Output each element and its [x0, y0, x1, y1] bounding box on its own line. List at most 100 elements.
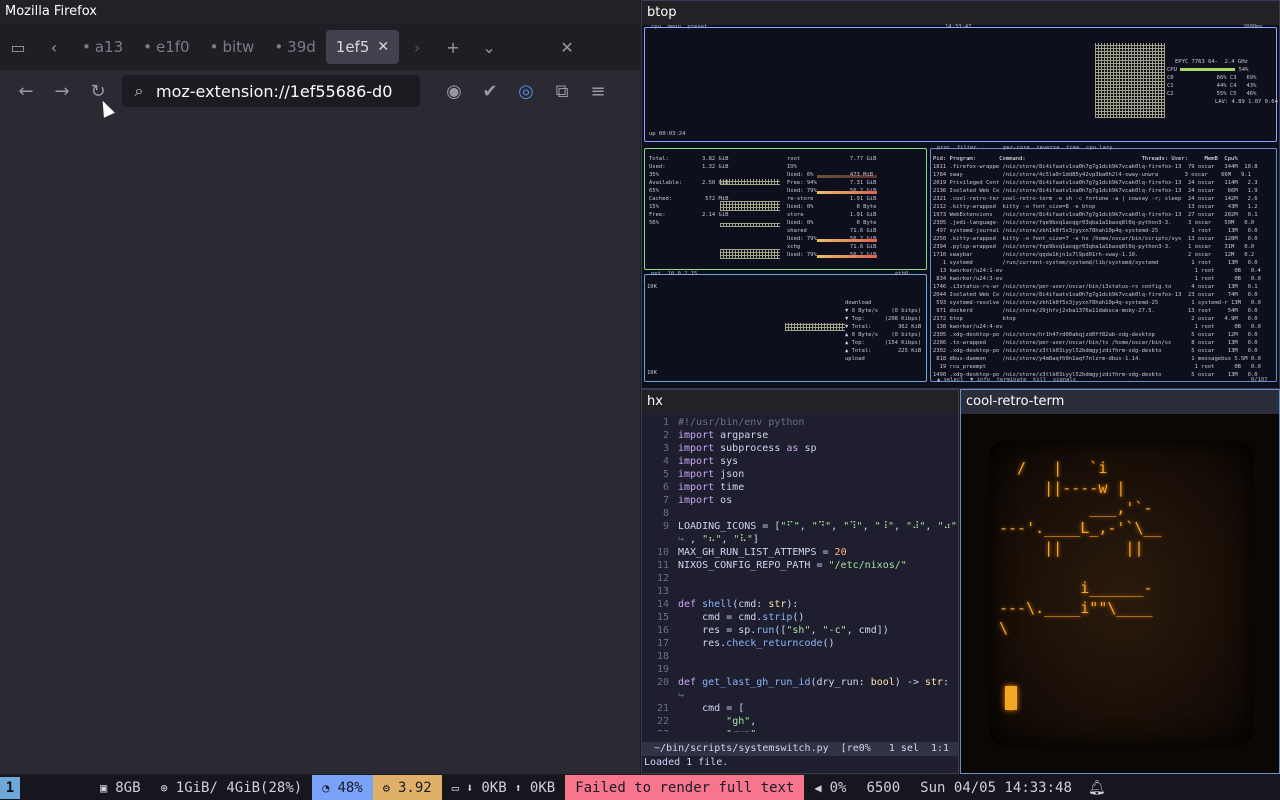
code-line[interactable]: 15 cmd = cmd.strip() — [642, 611, 958, 624]
process-row-line: 1973 WebExtensions /nix/store/8i4ifaatv1… — [933, 212, 1258, 218]
net-line: ▲ Top: (154 Kibps) — [845, 340, 922, 346]
process-row-line: 130 kworker/u24:4-ev 1 root 0B 0.0 — [933, 324, 1261, 330]
used-graph — [720, 179, 780, 185]
code-line[interactable]: 9 LOADING_ICONS = ["⠋", "⠙", "⠹", "⠸", "⠼… — [642, 520, 958, 533]
disk-indicator: ▣ 8GB — [100, 779, 141, 796]
line-number: 16 — [656, 625, 669, 636]
code-line[interactable]: 1 #!/usr/bin/env python — [642, 416, 958, 429]
close-tab-icon[interactable]: ✕ — [377, 39, 389, 55]
load-average: LAV: 4.89 1.07 0.64 — [1215, 99, 1278, 105]
network-indicator: ▭ ⬇ 0KB ⬆ 0KB — [451, 779, 556, 796]
tab-label: e1f0 — [156, 38, 190, 56]
url-text[interactable]: moz-extension://1ef55686-d0 — [156, 82, 392, 101]
core-row: C2 55% C5 46% — [1167, 91, 1257, 97]
code-line[interactable]: 5 import json — [642, 468, 958, 481]
code-line[interactable]: 14 def shell(cmd: str): — [642, 598, 958, 611]
process-row-line: 2112 .kitty-wrapped kitty -o font_size=8… — [933, 204, 1258, 210]
clock: Sun 04/05 14:33:48 — [920, 779, 1072, 796]
crt-screen[interactable]: / | `i ||----w | ___,'`- ---'.____L_,-'`… — [989, 440, 1253, 747]
forward-arrow-icon[interactable]: → — [44, 73, 80, 109]
disk-line: IO% — [787, 164, 797, 170]
btop-window: btop cpu menu preset 14:33:47 2000ms EPY… — [641, 0, 1280, 389]
code-line[interactable]: 7 import os — [642, 494, 958, 507]
process-row-line: 2044 Isolated Web Co /nix/store/8i4ifaat… — [933, 292, 1258, 298]
line-number: 14 — [656, 599, 669, 610]
code-line[interactable]: 17 res.check_returncode() — [642, 637, 958, 650]
bell-icon[interactable]: 🔔︎ — [1082, 775, 1112, 800]
mem-line: 65% — [649, 188, 659, 194]
code-area[interactable]: 1 #!/usr/bin/env python 2 import argparse 3 i… — [642, 416, 958, 732]
code-line[interactable]: ↪ — [642, 689, 958, 702]
tab-bitw[interactable]: • bitw — [200, 30, 265, 64]
workspace-button[interactable]: 1 — [0, 776, 20, 799]
tab-1ef5-active[interactable]: 1ef5 ✕ — [325, 30, 400, 64]
code-line[interactable]: 3 import subprocess as sp — [642, 442, 958, 455]
disk-line: store 1.91 GiB — [787, 212, 877, 218]
back-arrow-icon[interactable]: ← — [8, 73, 44, 109]
firefox-window-title: Mozilla Firefox — [0, 0, 640, 24]
code-text: "run", — [678, 728, 762, 732]
volume-indicator[interactable]: ◀ 0% — [804, 775, 856, 800]
code-line[interactable]: 10 MAX_GH_RUN_LIST_ATTEMPS = 20 — [642, 546, 958, 559]
cowsay-art: / | `i ||----w | ___,'`- ---'.____L_,-'`… — [999, 459, 1162, 637]
line-number: 15 — [656, 612, 669, 623]
new-tab-plus-icon[interactable]: + — [435, 29, 471, 65]
mem-line: Used: 1.32 GiB — [649, 164, 729, 170]
error-indicator: Failed to render full text — [565, 775, 805, 800]
hamburger-menu-icon[interactable]: ≡ — [580, 73, 616, 109]
code-line[interactable]: 2 import argparse — [642, 429, 958, 442]
code-line[interactable]: 19 — [642, 663, 958, 676]
code-line[interactable]: 11 NIXOS_CONFIG_REPO_PATH = "/etc/nixos/" — [642, 559, 958, 572]
extensions-puzzle-icon[interactable]: ⧉ — [544, 73, 580, 109]
mem-line: Total: 3.82 GiB — [649, 156, 729, 162]
disk-bar — [817, 239, 877, 242]
code-line[interactable]: ↪ , "⠦", "⠧"] — [642, 533, 958, 546]
line-number — [642, 689, 678, 702]
code-line[interactable]: 6 import time — [642, 481, 958, 494]
scroll-tabs-left-icon[interactable]: ‹ — [36, 29, 72, 65]
code-text: res.check_returncode() — [678, 638, 835, 649]
process-row-line: 818 dbus-daemon /nix/store/y4m8aqfh0n1aq… — [933, 356, 1261, 362]
code-text: "gh", — [726, 716, 757, 727]
code-text: import time — [678, 482, 745, 493]
tab-label: a13 — [94, 38, 124, 56]
disk-icon: ▣ — [100, 780, 108, 795]
code-line[interactable]: 16 res = sp.run(["sh", "-c", cmd]) — [642, 624, 958, 637]
page-content[interactable] — [0, 112, 640, 774]
tab-label: 39d — [287, 38, 316, 56]
account-icon[interactable]: ◉ — [436, 73, 472, 109]
line-number: 3 — [662, 443, 669, 454]
code-line[interactable]: 13 — [642, 585, 958, 598]
code-line[interactable]: 22 "gh", — [642, 715, 958, 728]
list-tabs-chevron-icon[interactable]: ⌄ — [471, 29, 507, 65]
cpu-model: EPYC 7763 64- 2.4 GHz — [1175, 59, 1248, 65]
code-line[interactable]: 20 def get_last_gh_run_id(dry_run: bool) … — [642, 676, 958, 689]
code-line[interactable]: 23 "run", — [642, 728, 958, 732]
close-window-icon[interactable]: ✕ — [549, 29, 585, 65]
code-line[interactable]: 8 — [642, 507, 958, 520]
code-text: NIXOS_CONFIG_REPO_PATH = "/etc/nixos/" — [678, 560, 907, 571]
code-line[interactable]: 4 import sys — [642, 455, 958, 468]
disk-line: Free: 94% 7.31 GiB — [787, 180, 877, 186]
tab-e1f0[interactable]: • e1f0 — [133, 30, 199, 64]
mem-line: Free: 2.14 GiB — [649, 212, 729, 218]
code-line[interactable]: 18 — [642, 650, 958, 663]
tab-39d[interactable]: • 39d — [264, 30, 325, 64]
process-list[interactable]: 1811 .firefox-wrappe /nix/store/8i4ifaat… — [933, 163, 1275, 377]
tab-dot-icon: • — [82, 38, 91, 56]
url-bar[interactable]: ⌕ moz-extension://1ef55686-d0 — [122, 75, 420, 107]
extension-check-icon[interactable]: ✔ — [472, 73, 508, 109]
disk-bar — [817, 191, 877, 194]
disk-line: Used: 0% 0 Byte — [787, 220, 877, 226]
code-line[interactable]: 21 cmd = [ — [642, 702, 958, 715]
scroll-tabs-right-icon[interactable]: › — [399, 29, 435, 65]
line-number: 10 — [656, 547, 669, 558]
line-number: 18 — [656, 651, 669, 662]
extension-target-icon[interactable]: ◎ — [508, 73, 544, 109]
firefox-view-icon[interactable]: ▭ — [0, 29, 36, 65]
tab-a13[interactable]: • a13 — [72, 30, 133, 64]
code-line[interactable]: 12 — [642, 572, 958, 585]
net-line: download — [845, 300, 872, 306]
code-text: res = sp.run(["sh", "-c", cmd]) — [678, 625, 889, 636]
net-scale-bottom: 10K — [647, 370, 657, 376]
